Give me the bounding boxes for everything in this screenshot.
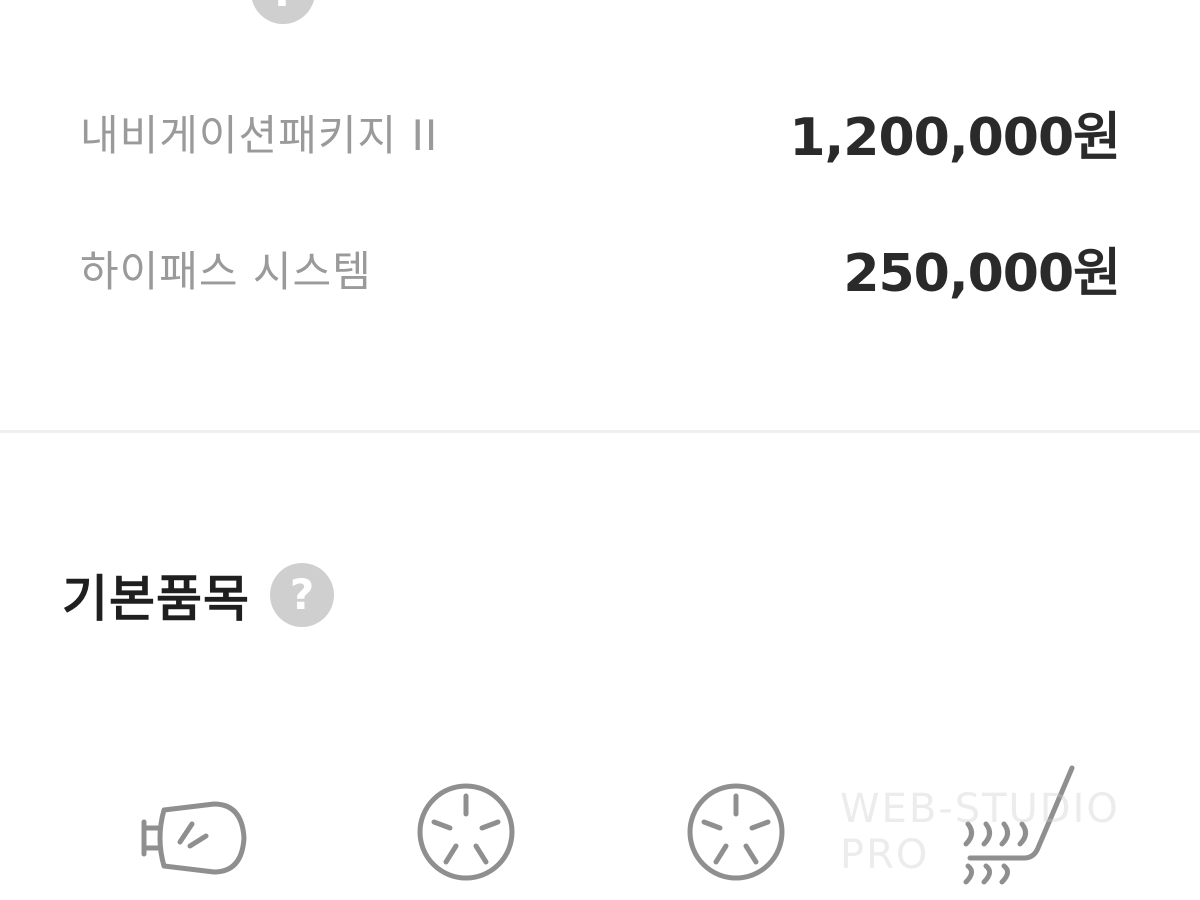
option-price: 1,200,000원 [789, 107, 1121, 168]
section-title: 기본품목 [62, 570, 250, 628]
page: 선택옵션 ? 내비게이션패키지 II 1,200,000원 하이패스 시스템 2… [0, 0, 1200, 900]
option-name: 하이패스 시스템 [80, 246, 372, 296]
options-section-heading: 선택옵션 ? [64, 0, 316, 24]
section-divider [0, 430, 1200, 433]
help-icon[interactable]: ? [251, 0, 316, 24]
option-price: 250,000원 [843, 243, 1121, 304]
wheel-icon [417, 783, 515, 881]
wheel-icon [687, 783, 785, 881]
watermark: WEB-STUDIO PRO [840, 786, 1120, 878]
headlamp-icon [141, 801, 247, 875]
option-row-hipass: 하이패스 시스템 250,000원 [80, 228, 1121, 308]
option-name: 내비게이션패키지 II [80, 110, 439, 160]
basic-items-heading: 기본품목 ? [62, 560, 334, 630]
help-icon[interactable]: ? [270, 563, 334, 627]
option-row-navigation: 내비게이션패키지 II 1,200,000원 [80, 92, 1121, 172]
